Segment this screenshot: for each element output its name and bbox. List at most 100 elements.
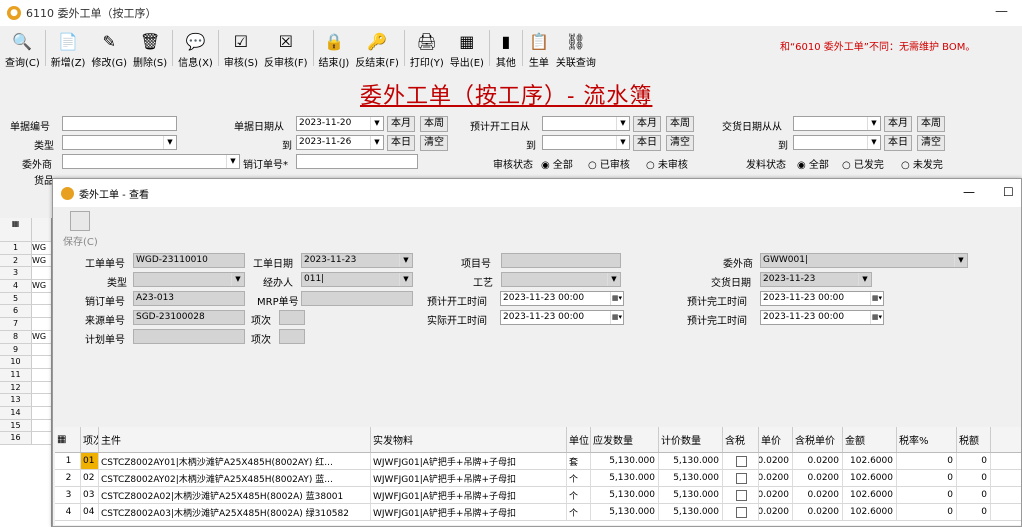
column-header[interactable]: 单价 xyxy=(759,427,793,452)
cell-rate: 0 xyxy=(897,487,957,503)
list-row[interactable]: 13 xyxy=(0,394,51,407)
doc-date-from-input[interactable]: 2023-11-20 ▼ xyxy=(296,116,384,131)
save-button[interactable]: 保存(C) xyxy=(63,211,98,248)
delivery-to-input[interactable]: ▼ xyxy=(793,135,881,150)
approved-radio[interactable]: ○ 已审核 xyxy=(588,156,630,171)
list-row[interactable]: 6 xyxy=(0,305,51,319)
this-week-button[interactable]: 本周 xyxy=(420,116,448,132)
edit-button[interactable]: ✎ 修改(G) xyxy=(88,26,130,70)
list-row[interactable]: 14 xyxy=(0,406,51,420)
issue-all-radio[interactable]: ◉ 全部 xyxy=(797,156,829,171)
tax-included-checkbox[interactable] xyxy=(736,506,747,518)
new-button[interactable]: 📄 新增(Z) xyxy=(48,26,89,70)
list-row[interactable]: 7 xyxy=(0,318,51,331)
list-row[interactable]: 8 WG xyxy=(0,330,51,344)
vendor-select[interactable]: ▼ xyxy=(62,154,240,169)
list-row[interactable]: 3 xyxy=(0,267,51,281)
grid-menu-icon[interactable]: ▦ xyxy=(0,218,32,241)
dialog-maximize-button[interactable]: ☐ xyxy=(1003,185,1014,199)
list-row[interactable]: 12 xyxy=(0,381,51,395)
list-row[interactable]: 2 WG xyxy=(0,254,51,268)
table-row[interactable]: 4 04 CSTCZ8002A03|木柄沙滩铲A25X485H(8002A) 绿31… xyxy=(55,504,1021,521)
list-row[interactable]: 10 xyxy=(0,356,51,369)
column-header[interactable]: 单位 xyxy=(567,427,591,452)
doc-date-from-label: 单据日期从 xyxy=(234,122,284,133)
vendor-field[interactable]: GWW001| ▼ xyxy=(760,253,968,268)
window-title: 6110 委外工单（按工序） xyxy=(26,7,157,20)
column-header[interactable]: 税率% xyxy=(897,427,957,452)
wo-date-field[interactable]: 2023-11-23 ▼ xyxy=(301,253,413,268)
process-field[interactable]: ▼ xyxy=(501,272,621,287)
dialog-minimize-button[interactable]: — xyxy=(963,185,975,199)
link-button[interactable]: ⛓ 关联查询 xyxy=(553,26,599,70)
column-header[interactable]: 项次 xyxy=(81,427,99,452)
delivery-month-button[interactable]: 本月 xyxy=(884,116,912,132)
delivery-from-input[interactable]: ▼ xyxy=(793,116,881,131)
doc-date-to-input[interactable]: 2023-11-26 ▼ xyxy=(296,135,384,150)
plan-start-input[interactable]: ▼ xyxy=(542,116,630,131)
plan-end-time-field[interactable]: 2023-11-23 00:00 ▦▾ xyxy=(760,291,884,306)
column-header[interactable]: 含税单价 xyxy=(793,427,843,452)
minimize-button[interactable]: — xyxy=(995,4,1008,19)
delivery-today-button[interactable]: 本日 xyxy=(884,135,912,151)
column-header[interactable]: 金额 xyxy=(843,427,897,452)
column-header[interactable]: 税额 xyxy=(957,427,991,452)
tax-included-checkbox[interactable] xyxy=(736,472,747,484)
approve-all-radio[interactable]: ◉ 全部 xyxy=(541,156,573,171)
table-row[interactable]: 3 03 CSTCZ8002A02|木柄沙滩铲A25X485H(8002A) 蓝38… xyxy=(55,487,1021,504)
search-button[interactable]: 🔍 查询(C) xyxy=(2,26,43,70)
generate-button[interactable]: 📋 生单 xyxy=(525,26,553,70)
plan-month-button[interactable]: 本月 xyxy=(633,116,661,132)
tax-included-checkbox[interactable] xyxy=(736,489,747,501)
print-button[interactable]: 🖨 打印(Y) xyxy=(407,26,447,70)
list-row[interactable]: 4 WG xyxy=(0,280,51,293)
delivery-date-field[interactable]: 2023-11-23 ▼ xyxy=(760,272,872,287)
type-select[interactable]: ▼ xyxy=(62,135,177,150)
doc-no-input[interactable] xyxy=(62,116,177,131)
type-field[interactable]: ▼ xyxy=(133,272,245,287)
column-header[interactable]: 含税 xyxy=(723,427,759,452)
plan-today-button[interactable]: 本日 xyxy=(633,135,661,151)
grid-settings-icon[interactable]: ▦ xyxy=(55,427,81,452)
plan-to-input[interactable]: ▼ xyxy=(542,135,630,150)
delivery-week-button[interactable]: 本周 xyxy=(917,116,945,132)
tax-included-checkbox[interactable] xyxy=(736,455,747,467)
act-end-time-field[interactable]: 2023-11-23 00:00 ▦▾ xyxy=(760,310,884,325)
act-start-time-field[interactable]: 2023-11-23 00:00 ▦▾ xyxy=(500,310,624,325)
sales-order-input[interactable] xyxy=(296,154,418,169)
list-row[interactable]: 11 xyxy=(0,368,51,382)
list-row[interactable]: 16 xyxy=(0,432,51,445)
other-button[interactable]: ▮ 其他 xyxy=(492,26,520,70)
message-button[interactable]: 💬 信息(X) xyxy=(175,26,216,70)
today-button[interactable]: 本日 xyxy=(387,135,415,151)
unapproved-radio[interactable]: ○ 未审核 xyxy=(646,156,688,171)
plan-clear-button[interactable]: 清空 xyxy=(666,135,694,151)
delivery-clear-button[interactable]: 清空 xyxy=(917,135,945,151)
plan-start-time-field[interactable]: 2023-11-23 00:00 ▦▾ xyxy=(500,291,624,306)
toolbar-separator xyxy=(488,30,490,66)
column-header[interactable]: 应发数量 xyxy=(591,427,659,452)
column-header[interactable]: 计价数量 xyxy=(659,427,723,452)
column-header[interactable]: 主件 xyxy=(99,427,371,452)
plan-week-button[interactable]: 本周 xyxy=(666,116,694,132)
key-button[interactable]: 🔑 反结束(F) xyxy=(352,26,402,70)
table-row[interactable]: 1 01 CSTCZ8002AY01|木柄沙滩铲A25X485H(8002AY) 红… xyxy=(55,453,1021,470)
lock-button[interactable]: 🔒 结束(J) xyxy=(316,26,353,70)
issued-radio[interactable]: ○ 已发完 xyxy=(842,156,884,171)
list-row[interactable]: 9 xyxy=(0,343,51,357)
document-list-grid[interactable]: ▦ 1 WG 2 WG 3 4 WG 5 6 7 8 WG 9 10 11 12 13 14 15 16 xyxy=(0,218,52,527)
unapprove-button[interactable]: ☒ 反审核(F) xyxy=(261,26,311,70)
clear-button[interactable]: 清空 xyxy=(420,135,448,151)
export-button[interactable]: ▦ 导出(E) xyxy=(447,26,487,70)
approve-button[interactable]: ☑ 审核(S) xyxy=(221,26,261,70)
column-header[interactable]: 实发物料 xyxy=(371,427,567,452)
handler-field[interactable]: 011| ▼ xyxy=(301,272,413,287)
list-row[interactable]: 1 WG xyxy=(0,242,51,255)
detail-grid[interactable]: ▦项次主件实发物料单位应发数量计价数量含税单价含税单价金额税率%税额 101CS… xyxy=(55,427,1021,525)
list-row[interactable]: 15 xyxy=(0,419,51,433)
delete-button[interactable]: 🗑 删除(S) xyxy=(130,26,170,70)
this-month-button[interactable]: 本月 xyxy=(387,116,415,132)
list-row[interactable]: 5 xyxy=(0,292,51,306)
table-row[interactable]: 2 02 CSTCZ8002AY02|木柄沙滩铲A25X485H(8002AY) 蓝… xyxy=(55,470,1021,487)
not-issued-radio[interactable]: ○ 未发完 xyxy=(901,156,943,171)
